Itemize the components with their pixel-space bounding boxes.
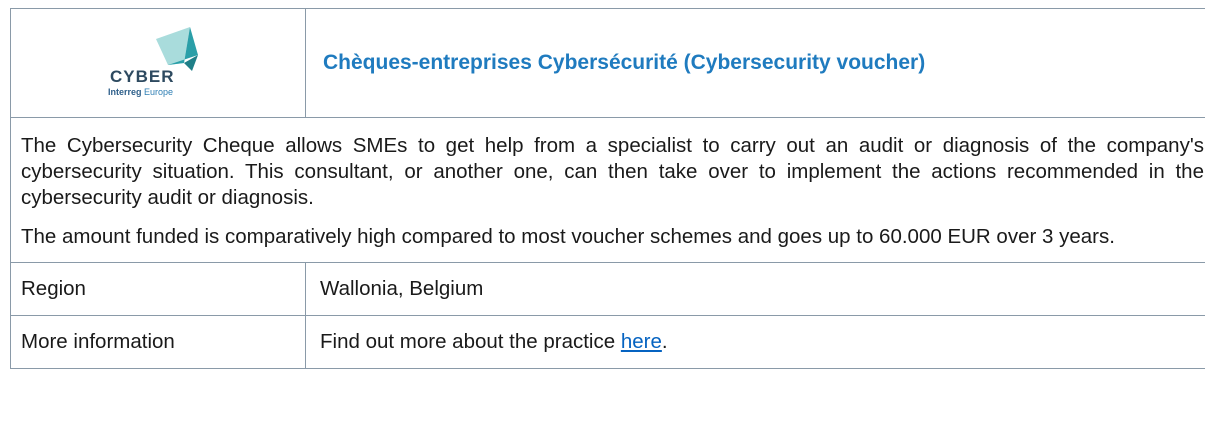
more-info-text: Find out more about the practice (320, 330, 621, 353)
more-info-period: . (661, 330, 668, 353)
logo-cell: CYBER Interreg Europe (10, 8, 306, 118)
header-row: CYBER Interreg Europe Chèques-entreprise… (10, 8, 1205, 118)
practice-title: Chèques-entreprises Cybersécurité (Cyber… (305, 8, 1205, 118)
practice-table: CYBER Interreg Europe Chèques-entreprise… (10, 8, 1205, 369)
description-row: The Cybersecurity Cheque allows SMEs to … (10, 117, 1205, 263)
more-info-row: More information Find out more about the… (10, 315, 1205, 369)
region-label: Region (10, 262, 306, 316)
logo-subtitle-bold: Interreg (108, 86, 142, 97)
region-value: Wallonia, Belgium (305, 262, 1205, 316)
logo-subtitle-rest: Europe (144, 86, 174, 97)
description-cell: The Cybersecurity Cheque allows SMEs to … (10, 117, 1205, 263)
more-info-link[interactable]: here (621, 330, 662, 353)
more-info-value: Find out more about the practice here. (305, 315, 1205, 369)
region-row: Region Wallonia, Belgium (10, 262, 1205, 316)
cyber-interreg-logo: CYBER Interreg Europe (98, 25, 218, 97)
more-info-label: More information (10, 315, 306, 369)
description-paragraph: The Cybersecurity Cheque allows SMEs to … (21, 134, 1204, 209)
description-paragraph: The amount funded is comparatively high … (21, 225, 1115, 248)
practice-page: CYBER Interreg Europe Chèques-entreprise… (0, 0, 1205, 441)
logo-wordmark: CYBER (110, 66, 175, 86)
logo-subtitle: Interreg Europe (108, 87, 173, 97)
